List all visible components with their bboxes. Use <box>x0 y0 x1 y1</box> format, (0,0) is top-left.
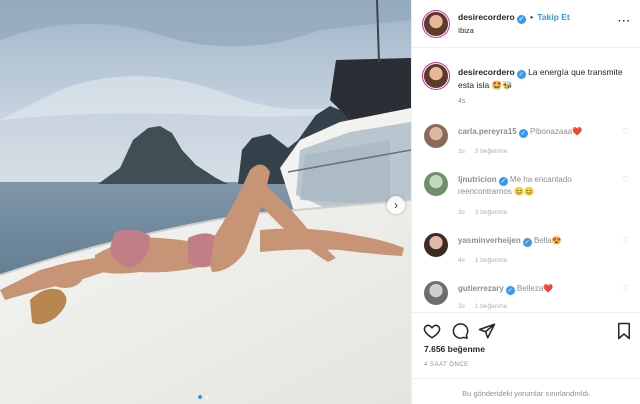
post-photo[interactable]: › <box>0 0 411 404</box>
comment-username[interactable]: gutierrezary <box>458 284 504 293</box>
avatar[interactable] <box>424 12 448 36</box>
comment-text: Bella😍 <box>533 236 562 245</box>
likes-count[interactable]: 7.656 beğenme <box>424 344 485 354</box>
comment-meta: 3s 3 beğenme <box>458 148 507 155</box>
avatar[interactable] <box>424 233 448 257</box>
avatar[interactable] <box>424 281 448 305</box>
photo-image <box>0 0 411 404</box>
location-link[interactable]: Ibiza <box>458 26 474 35</box>
comment-likes[interactable]: 1 beğenme <box>475 303 508 310</box>
caption-text-block: desirecordero ✓ La energía que transmite … <box>458 66 628 91</box>
carousel-indicator <box>198 395 209 399</box>
carousel-dot <box>205 395 209 399</box>
verified-badge-icon: ✓ <box>516 70 526 79</box>
heart-icon[interactable]: ♡ <box>622 285 630 293</box>
comment-username[interactable]: carla.pereyra15 <box>458 127 517 136</box>
post-sidebar: desirecordero ✓ • Takip Et Ibiza ··· desi… <box>411 0 640 404</box>
comments-footer: Bu gönderideki yorumlar sınırlandırıldı. <box>412 378 640 404</box>
carousel-dot-active <box>198 395 202 399</box>
comment-time[interactable]: 3s <box>458 303 465 310</box>
separator-dot: • <box>530 13 533 22</box>
comment-time[interactable]: 3s <box>458 209 465 216</box>
verified-badge-icon: ✓ <box>516 15 526 24</box>
comment-time[interactable]: 4s <box>458 257 465 264</box>
heart-icon[interactable]: ♡ <box>622 128 630 136</box>
comments-limited-notice: Bu gönderideki yorumlar sınırlandırıldı. <box>462 389 591 398</box>
comment-likes[interactable]: 1 beğenme <box>475 257 508 264</box>
heart-icon[interactable] <box>423 322 441 340</box>
comment-username[interactable]: ljnutricion <box>458 175 497 184</box>
comment-meta: 3s 1 beğenme <box>458 303 507 310</box>
comment-likes[interactable]: 3 beğenme <box>475 148 508 155</box>
chevron-right-icon[interactable]: › <box>387 196 405 214</box>
comment-likes[interactable]: 3 beğenme <box>475 209 508 216</box>
comment-time[interactable]: 3s <box>458 148 465 155</box>
comment-text-block: gutierrezary ✓ Belleza❤️ <box>458 283 618 295</box>
comment-meta: 3s 3 beğenme <box>458 209 507 216</box>
heart-icon[interactable]: ♡ <box>622 237 630 245</box>
caption-username[interactable]: desirecordero <box>458 67 515 77</box>
caption-time[interactable]: 4s <box>458 98 465 105</box>
comment-text: Pibonazaaa❤️ <box>529 127 583 136</box>
comment-meta: 4s 1 beğenme <box>458 257 507 264</box>
username-link[interactable]: desirecordero <box>458 12 515 22</box>
heart-icon[interactable]: ♡ <box>622 176 630 184</box>
comment-icon[interactable] <box>451 322 469 340</box>
verified-badge-icon: ✓ <box>505 286 515 295</box>
bookmark-icon[interactable] <box>615 322 633 340</box>
comment-text-block: carla.pereyra15 ✓ Pibonazaaa❤️ <box>458 126 618 138</box>
avatar[interactable] <box>424 64 448 88</box>
post-timestamp[interactable]: 4 SAAT ÖNCE <box>424 362 469 368</box>
follow-button[interactable]: Takip Et <box>537 12 569 22</box>
verified-badge-icon: ✓ <box>522 238 532 247</box>
header-user-row: desirecordero ✓ • Takip Et <box>458 12 570 24</box>
comment-text-block: yasminverheijen ✓ Bella😍 <box>458 235 618 247</box>
comment-username[interactable]: yasminverheijen <box>458 236 521 245</box>
verified-badge-icon: ✓ <box>518 129 528 138</box>
more-options-icon[interactable]: ··· <box>618 16 631 27</box>
share-icon[interactable] <box>478 322 496 340</box>
avatar[interactable] <box>424 124 448 148</box>
comment-text: Belleza❤️ <box>517 284 554 293</box>
verified-badge-icon: ✓ <box>498 177 508 186</box>
comment-text-block: ljnutricion ✓ Me ha encantado reencontrar… <box>458 174 618 197</box>
avatar[interactable] <box>424 172 448 196</box>
post-header: desirecordero ✓ • Takip Et Ibiza ··· <box>412 0 640 48</box>
